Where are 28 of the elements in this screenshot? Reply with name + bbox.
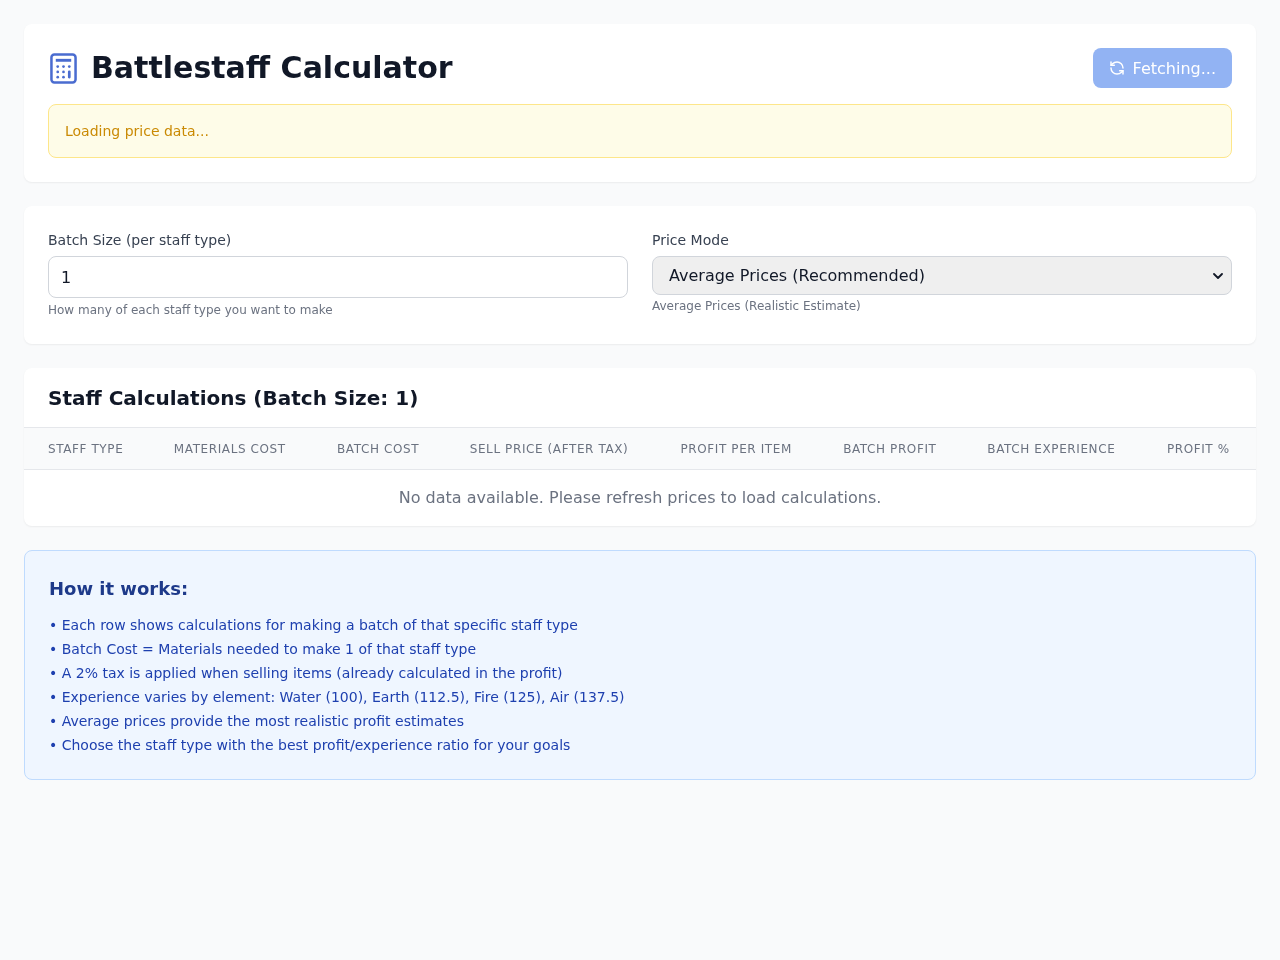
- chevron-down-icon: [1213, 272, 1223, 279]
- batch-size-label: Batch Size (per staff type): [48, 231, 232, 250]
- info-item: • Average prices provide the most realistic profit estimates: [49, 711, 464, 731]
- info-item: • Experience varies by element: Water (100), Earth (112.5), Fire (125), Air (137.5): [49, 687, 625, 707]
- column-header: BATCH PROFIT: [819, 427, 964, 470]
- loading-alert: Loading price data...: [48, 104, 1232, 158]
- column-header: MATERIALS COST: [149, 427, 313, 470]
- info-item: • Each row shows calculations for making a batch of that specific staff type: [49, 615, 578, 635]
- batch-size-hint: How many of each staff type you want to make: [48, 302, 333, 318]
- price-mode-label: Price Mode: [652, 231, 729, 250]
- column-header: SELL PRICE (AFTER TAX): [445, 427, 657, 470]
- calculator-icon: [50, 52, 77, 84]
- column-header: BATCH COST: [312, 427, 446, 470]
- batch-size-input[interactable]: 1: [48, 256, 628, 298]
- price-mode-hint: Average Prices (Realistic Estimate): [652, 298, 861, 314]
- column-header: BATCH EXPERIENCE: [963, 427, 1143, 470]
- info-item: • A 2% tax is applied when selling items (already calculated in the profit): [49, 663, 563, 683]
- column-header: STAFF TYPE: [24, 427, 150, 470]
- price-mode-select[interactable]: Average Prices (Recommended): [652, 256, 1232, 295]
- table-title: Staff Calculations (Batch Size: 1): [47, 385, 420, 412]
- page-title: Battlestaff Calculator: [91, 50, 453, 86]
- refresh-icon: [1108, 60, 1125, 76]
- info-item: • Choose the staff type with the best profit/experience ratio for your goals: [49, 735, 571, 755]
- empty-message: No data available. Please refresh prices to load calculations.: [24, 469, 1256, 526]
- info-title: How it works:: [49, 576, 190, 601]
- info-item: • Batch Cost = Materials needed to make 1 of that staff type: [49, 639, 477, 659]
- column-header: PROFIT PER ITEM: [656, 427, 820, 470]
- column-header: PROFIT %: [1142, 427, 1256, 470]
